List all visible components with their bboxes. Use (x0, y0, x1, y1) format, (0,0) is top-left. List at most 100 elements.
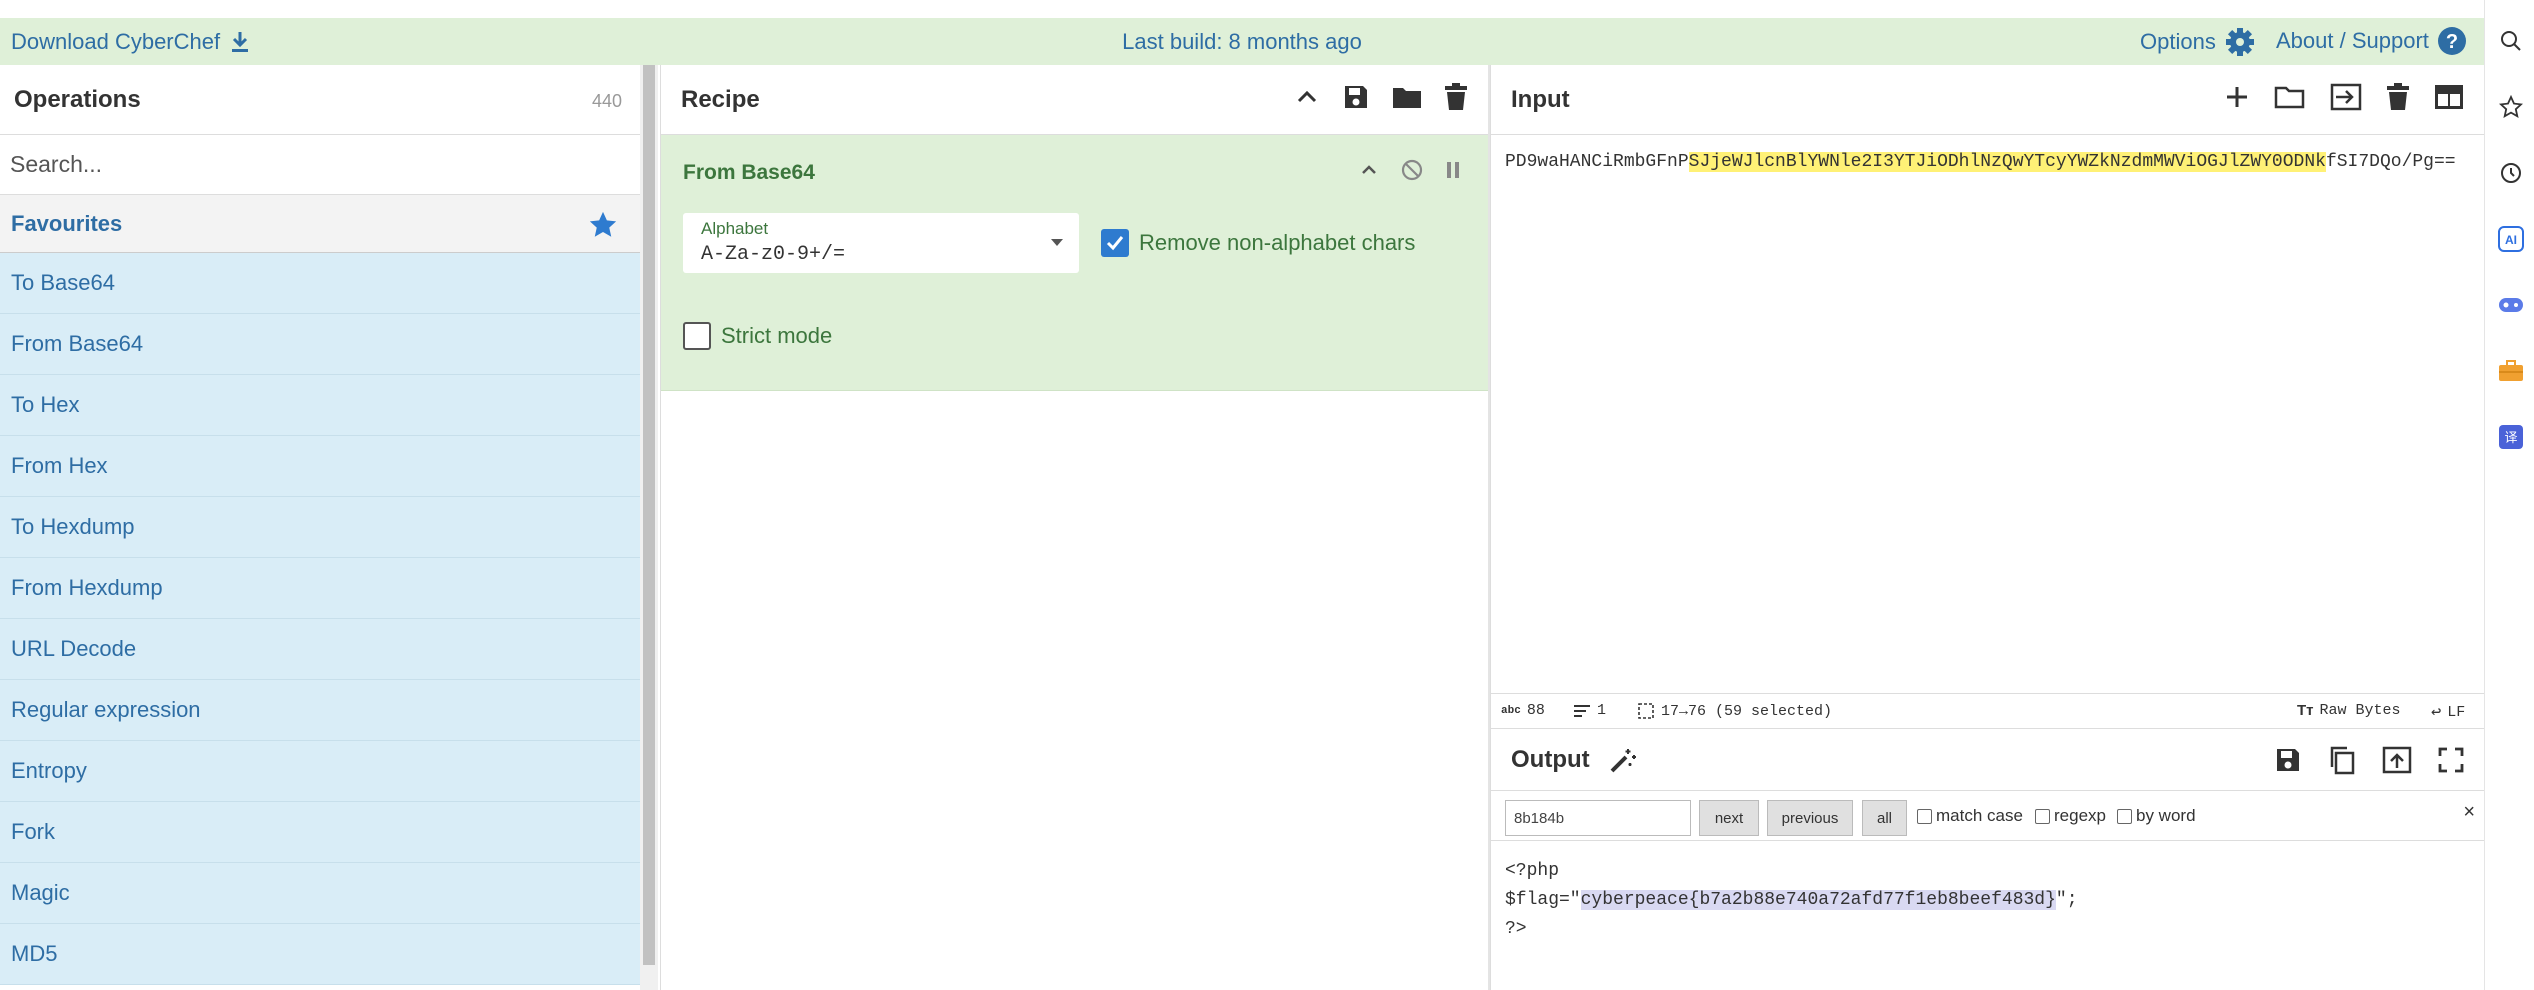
trash-icon[interactable] (1444, 83, 1468, 111)
input-text-before: PD9waHANCiRmbGFnP (1505, 152, 1689, 172)
operations-list: To Base64 From Base64 To Hex From Hex To… (0, 253, 640, 985)
magic-wand-icon[interactable] (1608, 745, 1638, 775)
operation-item[interactable]: URL Decode (0, 619, 640, 680)
output-find-bar: next previous all match case regexp by w… (1491, 791, 2485, 841)
chevron-up-icon[interactable] (1294, 84, 1320, 110)
remove-nonalpha-checkbox[interactable]: Remove non-alphabet chars (1101, 229, 1415, 257)
operations-count: 440 (591, 91, 622, 111)
last-build-text: Last build: 8 months ago (1122, 29, 1362, 54)
eol-status[interactable]: ↩ LF (2431, 702, 2465, 723)
history-icon[interactable] (2498, 160, 2524, 186)
alphabet-select[interactable]: Alphabet A-Za-z0-9+/= (683, 213, 1079, 273)
input-textarea[interactable]: PD9waHANCiRmbGFnPSJjeWJlcnBlYWNle2I3YTJi… (1505, 147, 2480, 177)
input-header: Input (1491, 65, 2484, 135)
download-cyberchef-link[interactable]: Download CyberChef (11, 29, 250, 55)
svg-text:AI: AI (2505, 233, 2517, 247)
save-icon[interactable] (2274, 746, 2302, 774)
operation-item[interactable]: Entropy (0, 741, 640, 802)
about-support-button[interactable]: About / Support ? (2276, 26, 2467, 56)
operation-item[interactable]: Regular expression (0, 680, 640, 741)
save-icon[interactable] (1342, 83, 1370, 111)
operation-item[interactable]: To Hexdump (0, 497, 640, 558)
operation-item[interactable]: From Hex (0, 436, 640, 497)
close-find-icon[interactable]: × (2463, 801, 2475, 824)
by-word-label: by word (2136, 806, 2196, 825)
input-panel: Input PD9waHANCiRmbGFnPSJjeWJlcnBlYWNle2… (1490, 65, 2485, 728)
recipe-panel: Recipe From Base64 Alphabet A-Za-z0-9+/=… (660, 65, 1489, 990)
operation-item[interactable]: To Base64 (0, 253, 640, 314)
download-icon (232, 32, 249, 52)
disable-icon[interactable] (1401, 159, 1423, 181)
star-outline-icon[interactable] (2498, 94, 2524, 120)
encoding-status[interactable]: Tт Raw Bytes (2297, 702, 2401, 719)
encoding-value: Raw Bytes (2319, 702, 2401, 719)
input-status-bar: abc 88 1 17→76 (59 selected) Tт Raw Byte… (1491, 693, 2485, 727)
search-icon[interactable] (2498, 28, 2524, 54)
selection-status: 17→76 (59 selected) (1637, 702, 1832, 720)
operation-item[interactable]: To Hex (0, 375, 640, 436)
options-button[interactable]: Options (2140, 26, 2256, 58)
gear-icon (2225, 28, 2254, 56)
caret-down-icon (1051, 239, 1063, 246)
layout-icon[interactable] (2434, 84, 2464, 110)
maximise-icon[interactable] (2438, 747, 2464, 773)
find-all-button[interactable]: all (1862, 800, 1907, 836)
replace-input-icon[interactable] (2382, 746, 2412, 774)
lines-icon (1574, 704, 1590, 717)
options-label: Options (2140, 29, 2216, 54)
input-text-after: fSI7DQo/Pg== (2325, 152, 2456, 172)
output-title: Output (1511, 745, 1590, 773)
search-input[interactable] (10, 151, 630, 178)
copy-icon[interactable] (2328, 745, 2356, 775)
output-line: $flag="cyberpeace{b7a2b88e740a72afd77f1e… (1505, 886, 2078, 915)
ai-icon[interactable]: AI (2498, 226, 2524, 252)
gamepad-icon[interactable] (2498, 292, 2524, 318)
favourites-label: Favourites (11, 210, 123, 236)
output-text[interactable]: <?php $flag="cyberpeace{b7a2b88e740a72afd… (1505, 857, 2078, 944)
operations-scrollbar[interactable] (640, 65, 658, 990)
recipe-header: Recipe (661, 65, 1488, 135)
checkbox-unchecked-icon (2035, 808, 2050, 824)
recipe-tools (1294, 83, 1468, 111)
operations-header: Operations 440 (0, 65, 640, 135)
regexp-option[interactable]: regexp (2035, 806, 2106, 826)
output-selected-text: cyberpeace{b7a2b88e740a72afd77f1eb8beef4… (1580, 890, 2056, 910)
translate-icon[interactable]: 译 (2498, 424, 2524, 450)
operation-item[interactable]: From Base64 (0, 314, 640, 375)
checkbox-unchecked-icon (1917, 808, 1932, 824)
find-next-button[interactable]: next (1699, 800, 1759, 836)
checkbox-checked-icon (1101, 229, 1129, 257)
output-line: ?> (1505, 919, 1527, 939)
top-banner: Download CyberChef Last build: 8 months … (0, 18, 2484, 65)
match-case-option[interactable]: match case (1917, 806, 2023, 826)
about-label: About / Support (2276, 28, 2429, 53)
find-input[interactable] (1505, 800, 1691, 836)
folder-icon[interactable] (1392, 84, 1422, 110)
operation-controls (1359, 159, 1461, 181)
text-format-icon: Tт (2297, 702, 2314, 719)
input-text-selected: SJjeWJlcnBlYWNle2I3YTJiODhlNzQwYTcyYWZkN… (1688, 152, 2326, 172)
chevron-up-icon[interactable] (1359, 160, 1379, 180)
star-icon (589, 211, 617, 237)
operations-title: Operations (14, 85, 141, 113)
eol-value: LF (2447, 704, 2466, 721)
trash-icon[interactable] (2386, 83, 2410, 111)
output-line-before: $flag=" (1505, 890, 1581, 910)
lines-value: 1 (1597, 702, 1607, 719)
toolbox-icon[interactable] (2498, 358, 2524, 384)
find-previous-button[interactable]: previous (1767, 800, 1853, 836)
pause-icon[interactable] (1445, 160, 1461, 180)
plus-icon[interactable] (2224, 84, 2250, 110)
operation-item[interactable]: From Hexdump (0, 558, 640, 619)
alphabet-label: Alphabet (701, 219, 769, 238)
by-word-option[interactable]: by word (2117, 806, 2196, 826)
checkbox-unchecked-icon (2117, 808, 2132, 824)
operation-item[interactable]: Fork (0, 802, 640, 863)
favourites-category[interactable]: Favourites (0, 195, 640, 253)
strict-mode-checkbox[interactable]: Strict mode (683, 322, 832, 350)
operation-item[interactable]: Magic (0, 863, 640, 924)
scrollbar-thumb[interactable] (643, 65, 655, 965)
operation-item[interactable]: MD5 (0, 924, 640, 985)
import-file-icon[interactable] (2330, 83, 2362, 111)
folder-open-icon[interactable] (2274, 84, 2306, 110)
